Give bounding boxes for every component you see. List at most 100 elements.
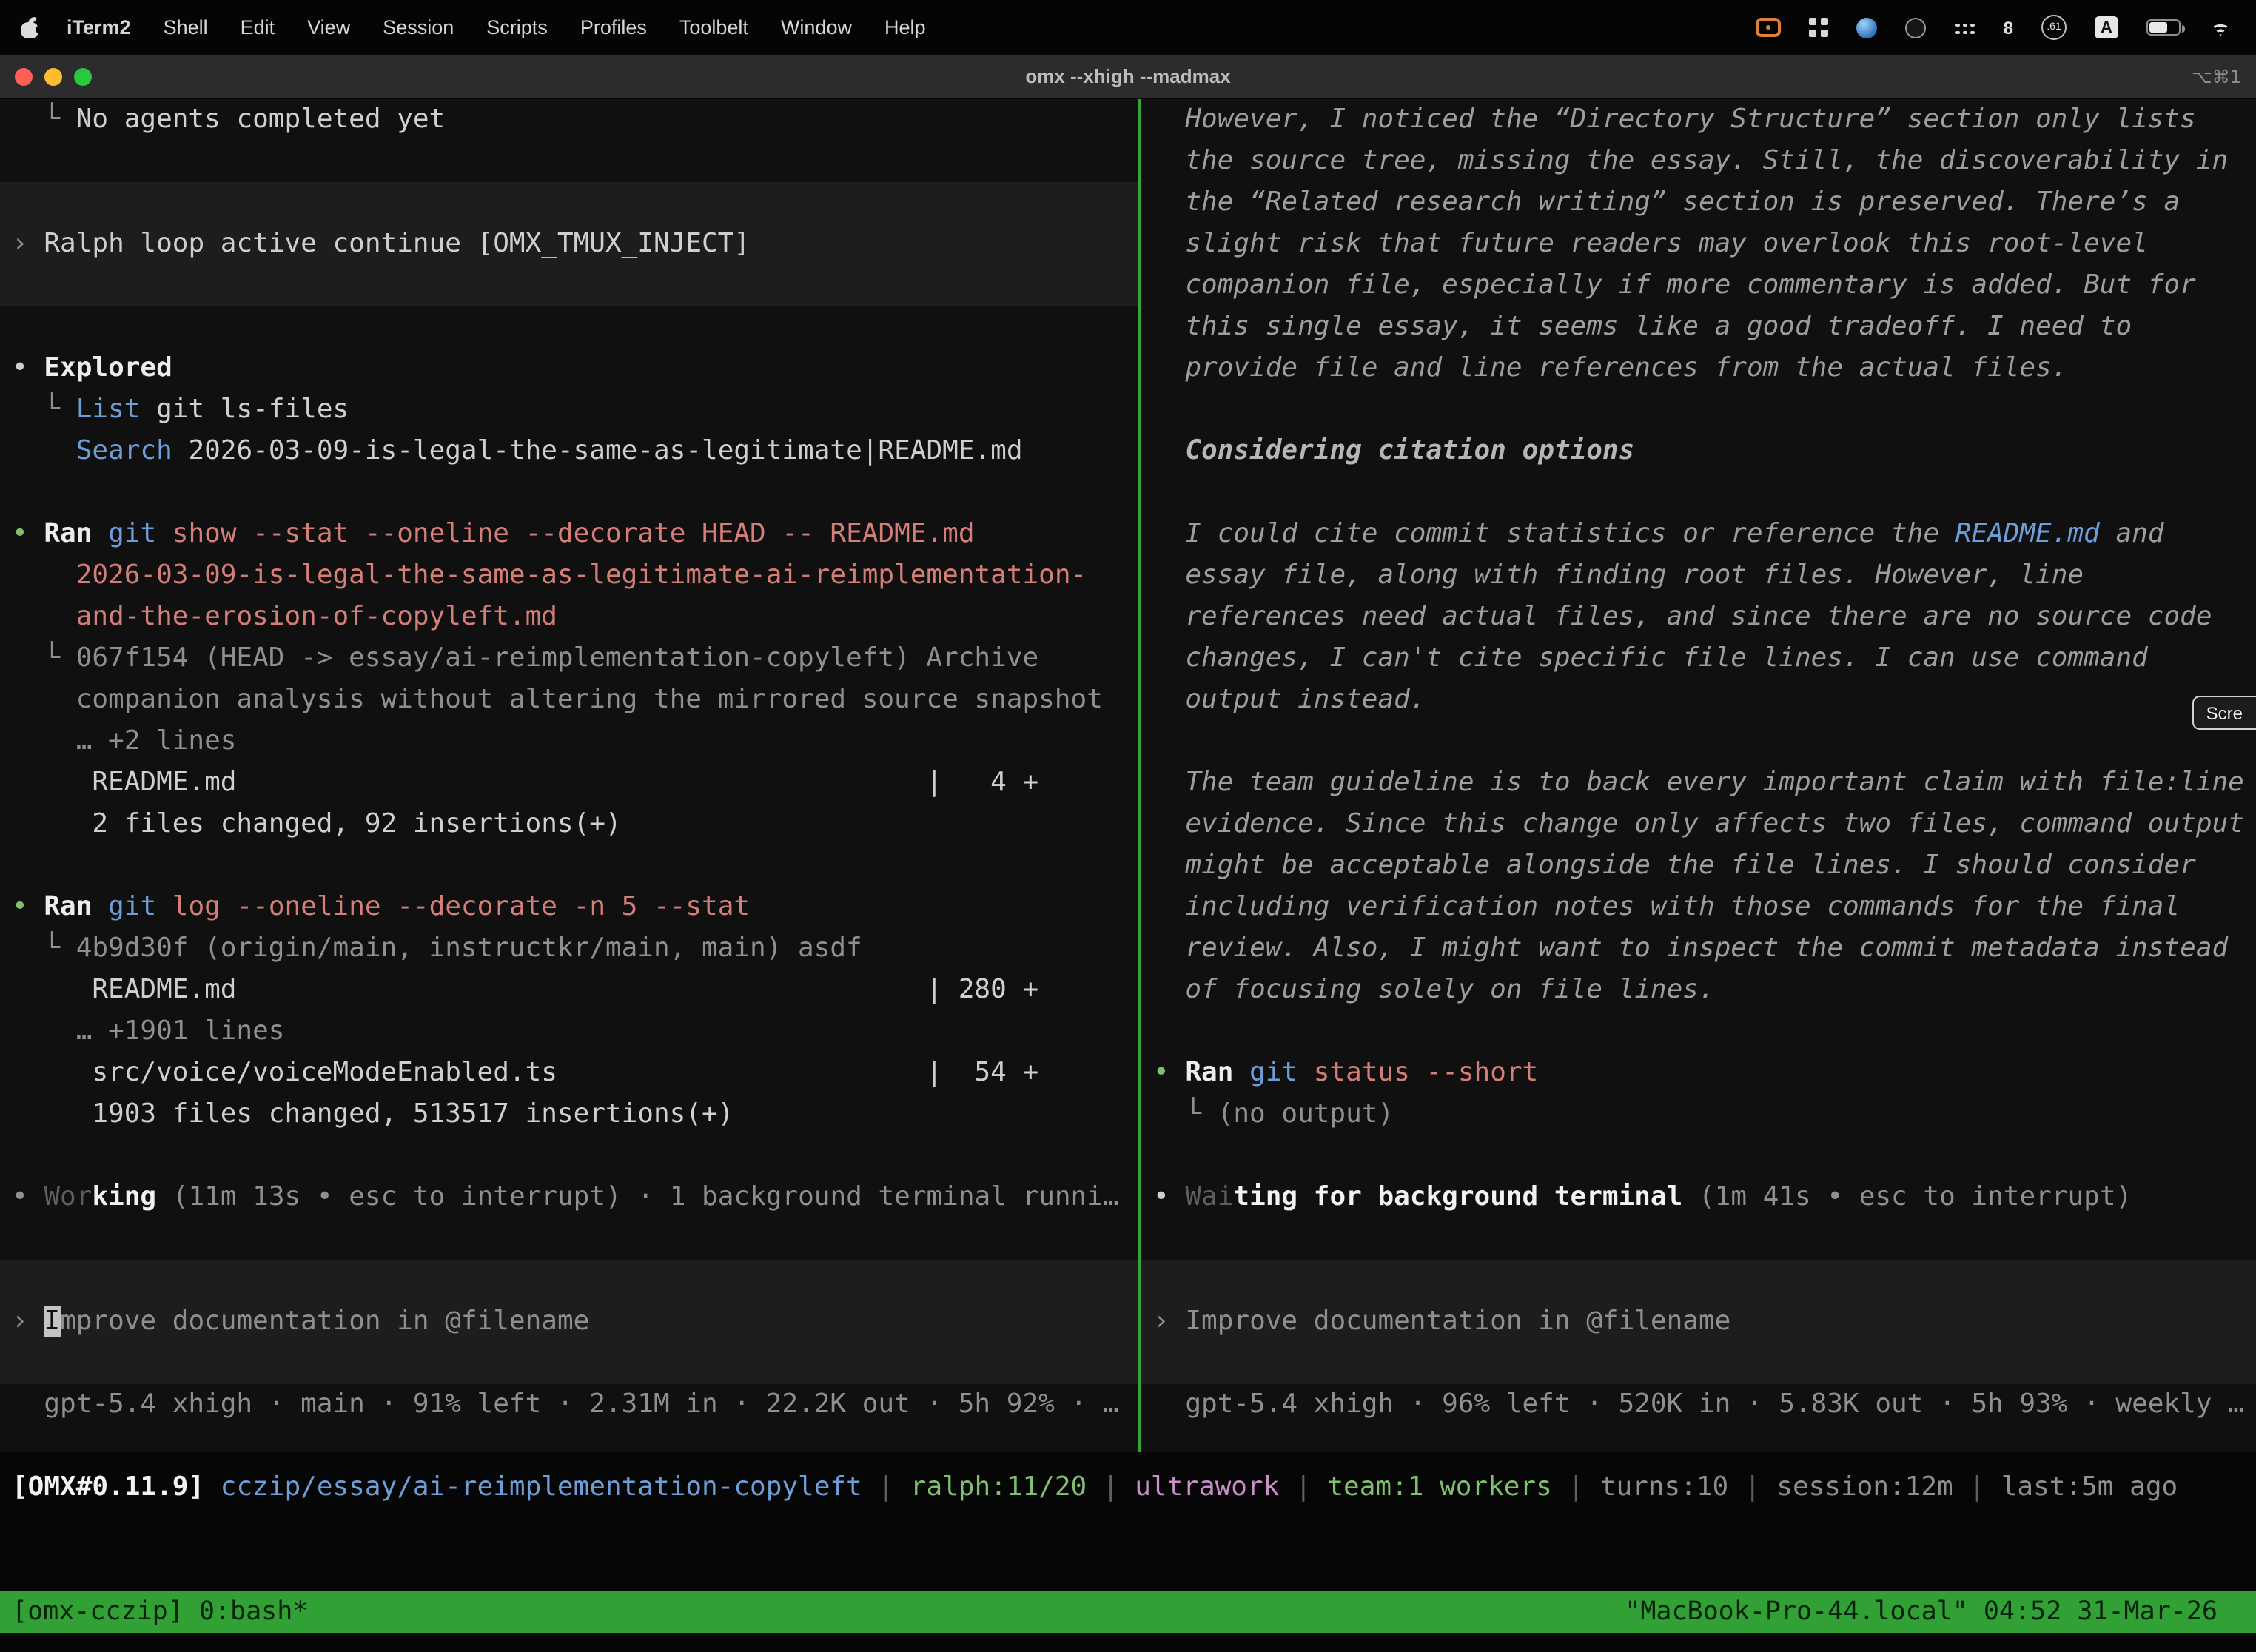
terminal-line: The team guideline is to back every impo… [1141, 762, 2256, 804]
terminal-line: • Ran git status --short [1141, 1052, 2256, 1094]
terminal-line [1141, 1135, 2256, 1177]
menu-item-shell[interactable]: Shell [147, 16, 224, 38]
dots-grid-icon[interactable] [1955, 20, 1975, 35]
blue-app-icon[interactable] [1857, 17, 1878, 38]
terminal-line [0, 1135, 1138, 1177]
composer-input-left-line: › Improve documentation in @filename [0, 1301, 1138, 1343]
screen-share-tooltip[interactable]: Scre [2193, 696, 2256, 730]
terminal-line [1141, 1011, 2256, 1052]
menu-bar-status-icons: 8 .61 A [1756, 15, 2256, 40]
terminal-line [0, 306, 1138, 348]
terminal-line: › Ralph loop active continue [OMX_TMUX_I… [0, 224, 1138, 265]
input-source-icon[interactable]: A [2095, 16, 2118, 38]
terminal-line: evidence. Since this change only affects… [1141, 804, 2256, 845]
terminal-line: gpt-5.4 xhigh · 96% left · 520K in · 5.8… [1141, 1384, 2256, 1426]
bottom-status-area: [OMX#0.11.9] cczip/essay/ai-reimplementa… [0, 1452, 2256, 1652]
cpu-meter-icon[interactable]: .61 [2041, 15, 2067, 40]
terminal-line [1141, 389, 2256, 431]
menu-item-scripts[interactable]: Scripts [470, 16, 564, 38]
window-shortcut-badge: ⌥⌘1 [2192, 55, 2241, 98]
terminal-line: • Waiting for background terminal (1m 41… [1141, 1177, 2256, 1218]
agent-reasoning-right: However, I noticed the “Directory Struct… [1141, 99, 2256, 1260]
model-status-line-left: gpt-5.4 xhigh · main · 91% left · 2.31M … [0, 1384, 1138, 1426]
terminal-line: 2 files changed, 92 insertions(+) [0, 804, 1138, 845]
agent-summary-left: └ No agents completed yet [0, 99, 1138, 182]
key-8-icon[interactable]: 8 [2004, 17, 2013, 38]
menu-item-help[interactable]: Help [868, 16, 942, 38]
terminal-line [1141, 472, 2256, 514]
window-grid-icon[interactable] [1810, 18, 1829, 37]
terminal-line: README.md | 4 + [0, 762, 1138, 804]
terminal-line [0, 845, 1138, 887]
terminal-line: slight risk that future readers may over… [1141, 224, 2256, 265]
terminal-line: output instead. [1141, 679, 2256, 721]
terminal-line: • Ran git show --stat --oneline --decora… [0, 514, 1138, 555]
terminal-line [1141, 1218, 2256, 1260]
menu-item-profiles[interactable]: Profiles [564, 16, 663, 38]
window-title: omx --xhigh --madmax [1025, 65, 1230, 87]
terminal-line: this single essay, it seems like a good … [1141, 306, 2256, 348]
terminal-line: companion analysis without altering the … [0, 679, 1138, 721]
terminal-line: gpt-5.4 xhigh · main · 91% left · 2.31M … [0, 1384, 1138, 1426]
terminal-line: └ No agents completed yet [0, 99, 1138, 141]
terminal-line: and-the-erosion-of-copyleft.md [0, 597, 1138, 638]
terminal-line: › Improve documentation in @filename [1141, 1301, 2256, 1343]
model-status-line-right: gpt-5.4 xhigh · 96% left · 520K in · 5.8… [1141, 1384, 2256, 1426]
terminal-line: › Improve documentation in @filename [0, 1301, 1138, 1343]
screen: iTerm2ShellEditViewSessionScriptsProfile… [0, 0, 2256, 1652]
terminal-line [0, 1218, 1138, 1260]
tmux-session-window: [omx-cczip] 0:bash* [0, 1591, 308, 1633]
composer-input-right[interactable]: › Improve documentation in @filename [1141, 1260, 2256, 1384]
terminal-line: Search 2026-03-09-is-legal-the-same-as-l… [0, 431, 1138, 472]
terminal-line [0, 141, 1138, 182]
tmux-host-clock: "MacBook-Pro-44.local" 04:52 31-Mar-26 [1625, 1591, 2256, 1633]
terminal-line: • Explored [0, 348, 1138, 389]
composer-input-right-line: › Improve documentation in @filename [1141, 1301, 2256, 1343]
menu-item-edit[interactable]: Edit [224, 16, 292, 38]
terminal-line: … +2 lines [0, 721, 1138, 762]
terminal-line: • Working (11m 13s • esc to interrupt) ·… [0, 1177, 1138, 1218]
battery-icon[interactable] [2146, 19, 2181, 36]
injected-prompt-banner: › Ralph loop active continue [OMX_TMUX_I… [0, 182, 1138, 306]
terminal-line [0, 472, 1138, 514]
terminal-line: companion file, especially if more comme… [1141, 265, 2256, 306]
macos-menu-bar: iTerm2ShellEditViewSessionScriptsProfile… [0, 0, 2256, 55]
menu-item-window[interactable]: Window [765, 16, 868, 38]
terminal-line: I could cite commit statistics or refere… [1141, 514, 2256, 555]
terminal-line: changes, I can't cite specific file line… [1141, 638, 2256, 679]
injected-prompt-line: › Ralph loop active continue [OMX_TMUX_I… [0, 224, 1138, 265]
terminal-line: However, I noticed the “Directory Struct… [1141, 99, 2256, 141]
terminal-line: • Ran git log --oneline --decorate -n 5 … [0, 887, 1138, 928]
terminal-line: Considering citation options [1141, 431, 2256, 472]
composer-input-left[interactable]: › Improve documentation in @filename [0, 1260, 1138, 1384]
terminal-line: provide file and line references from th… [1141, 348, 2256, 389]
terminal-line: including verification notes with those … [1141, 887, 2256, 928]
screen-recording-indicator-icon[interactable] [1756, 18, 1782, 37]
apple-menu-icon[interactable] [21, 16, 41, 39]
terminal-line: └ (no output) [1141, 1094, 2256, 1135]
dark-app-icon[interactable] [1906, 17, 1927, 38]
terminal-line: src/voice/voiceModeEnabled.ts | 54 + [0, 1052, 1138, 1094]
zoom-button[interactable] [74, 67, 92, 85]
agent-transcript-left: • Explored └ List git ls-files Search 20… [0, 306, 1138, 1260]
close-button[interactable] [15, 67, 33, 85]
minimize-button[interactable] [44, 67, 62, 85]
terminal-line: └ List git ls-files [0, 389, 1138, 431]
terminal-line: README.md | 280 + [0, 970, 1138, 1011]
right-terminal-pane[interactable]: However, I noticed the “Directory Struct… [1141, 99, 2256, 1452]
terminal-line [1141, 721, 2256, 762]
menu-item-session[interactable]: Session [366, 16, 470, 38]
menu-item-iterm2[interactable]: iTerm2 [50, 16, 147, 38]
menu-item-toolbelt[interactable]: Toolbelt [663, 16, 765, 38]
tmux-status-bar: [omx-cczip] 0:bash* "MacBook-Pro-44.loca… [0, 1591, 2256, 1633]
menu-items: iTerm2ShellEditViewSessionScriptsProfile… [50, 16, 942, 38]
terminal-line: └ 067f154 (HEAD -> essay/ai-reimplementa… [0, 638, 1138, 679]
terminal-line: essay file, along with finding root file… [1141, 555, 2256, 597]
terminal-line: review. Also, I might want to inspect th… [1141, 928, 2256, 970]
menu-item-view[interactable]: View [291, 16, 366, 38]
wifi-icon[interactable] [2209, 19, 2232, 36]
left-terminal-pane[interactable]: └ No agents completed yet › Ralph loop a… [0, 99, 1138, 1452]
traffic-lights [15, 55, 92, 98]
omx-session-status-bar: [OMX#0.11.9] cczip/essay/ai-reimplementa… [0, 1467, 2256, 1508]
window-title-bar[interactable]: omx --xhigh --madmax ⌥⌘1 [0, 55, 2256, 99]
